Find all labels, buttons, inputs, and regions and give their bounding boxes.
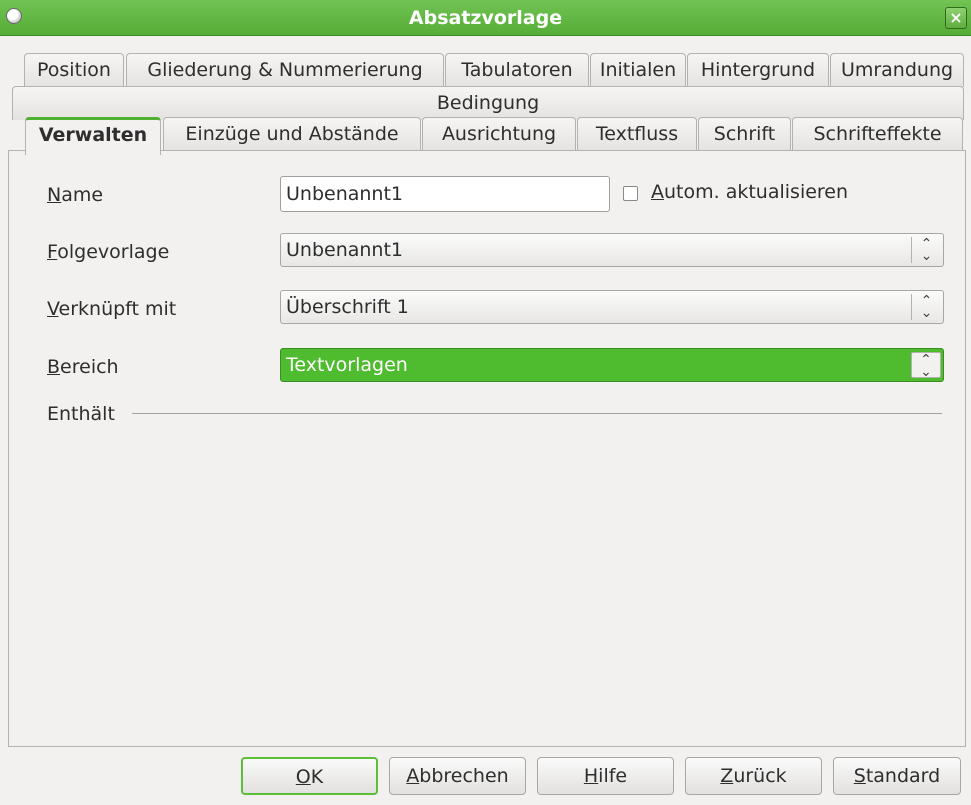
tab-verwalten[interactable]: Verwalten [25,117,161,155]
tab-bedingung[interactable]: Bedingung [12,86,964,120]
up-down-chevron-icon[interactable]: ⌃ ⌄ [911,294,941,320]
section-divider [132,413,942,414]
linked-with-label: Verknüpft mit [47,298,177,320]
up-down-chevron-icon[interactable]: ⌃ ⌄ [911,352,941,379]
next-style-label: Folgevorlage [47,241,170,263]
window-title: Absatzvorlage [408,7,563,29]
autoupdate-checkbox[interactable] [623,186,638,201]
reset-button[interactable]: Zurück [685,757,822,795]
category-value: Textvorlagen [286,354,408,376]
ok-button[interactable]: OK [241,757,378,795]
linked-with-select[interactable]: Überschrift 1 ⌃ ⌄ [280,290,944,324]
next-style-select[interactable]: Unbenannt1 ⌃ ⌄ [280,233,944,267]
autoupdate-label[interactable]: Autom. aktualisieren [651,181,848,203]
tab-einzuege-abstaende[interactable]: Einzüge und Abstände [163,117,421,151]
next-style-value: Unbenannt1 [286,239,404,261]
tab-position[interactable]: Position [24,53,124,87]
linked-with-value: Überschrift 1 [286,296,409,318]
tab-gliederung-nummerierung[interactable]: Gliederung & Nummerierung [126,53,444,87]
cancel-button[interactable]: Abbrechen [389,757,526,795]
tab-ausrichtung[interactable]: Ausrichtung [422,117,576,151]
up-down-chevron-icon[interactable]: ⌃ ⌄ [911,237,941,263]
close-icon[interactable]: × [945,7,967,29]
category-select[interactable]: Textvorlagen ⌃ ⌄ [280,348,944,382]
title-bar: Absatzvorlage × [0,0,971,36]
tab-schrifteffekte[interactable]: Schrifteffekte [792,117,963,151]
tab-initialen[interactable]: Initialen [590,53,686,87]
name-input[interactable]: Unbenannt1 [280,176,610,212]
contains-heading: Enthält [47,403,115,425]
tab-textfluss[interactable]: Textfluss [577,117,697,151]
standard-button[interactable]: Standard [833,757,961,795]
tab-umrandung[interactable]: Umrandung [830,53,964,87]
tab-schrift[interactable]: Schrift [698,117,791,151]
tab-tabulatoren[interactable]: Tabulatoren [445,53,589,87]
tab-hintergrund[interactable]: Hintergrund [687,53,829,87]
name-label: Name [47,184,104,206]
category-label: Bereich [47,356,119,378]
help-button[interactable]: Hilfe [537,757,674,795]
